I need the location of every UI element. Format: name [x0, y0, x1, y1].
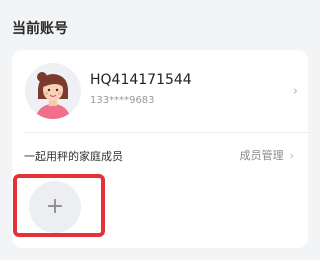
- member-management-link[interactable]: 成员管理 ›: [240, 147, 294, 163]
- avatar: [25, 63, 81, 119]
- member-management-label: 成员管理: [239, 149, 284, 162]
- avatar-illustration: [25, 63, 81, 119]
- current-account-row[interactable]: HQ414171544 133****9683 ›: [12, 50, 308, 132]
- family-members-label: 一起用秤的家庭成员: [24, 150, 123, 163]
- account-username: HQ414171544: [90, 72, 192, 88]
- chevron-right-icon: ›: [292, 84, 298, 99]
- chevron-right-icon: ›: [289, 149, 294, 162]
- account-card: HQ414171544 133****9683 › 一起用秤的家庭成员 成员管理…: [12, 50, 308, 248]
- divider: [24, 132, 308, 133]
- add-member-button[interactable]: +: [29, 181, 81, 233]
- account-phone: 133****9683: [90, 95, 155, 106]
- section-title: 当前账号: [12, 21, 68, 37]
- plus-icon: +: [45, 194, 65, 219]
